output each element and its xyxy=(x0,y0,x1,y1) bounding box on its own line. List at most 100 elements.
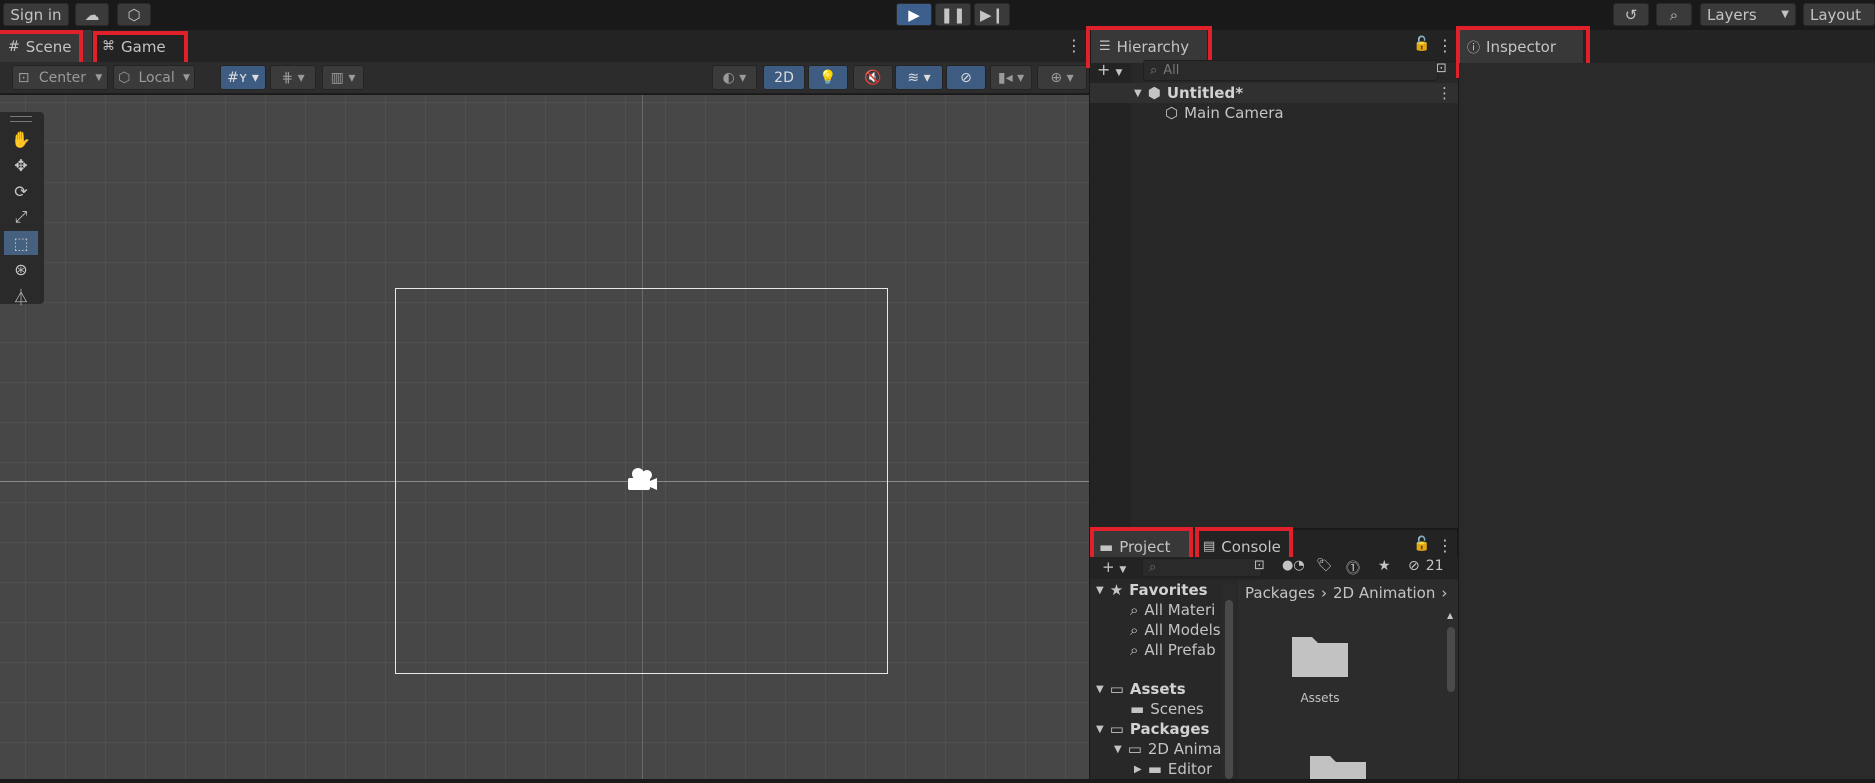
pause-button[interactable]: ❚❚ xyxy=(935,3,971,26)
tab-game[interactable]: ⌘ Game xyxy=(94,30,186,63)
tree-scrollbar[interactable] xyxy=(1221,584,1236,779)
folder-open-icon: ▭ xyxy=(1109,680,1124,698)
tab-scene[interactable]: # Scene xyxy=(0,30,92,63)
scene-name: Untitled* xyxy=(1166,84,1244,102)
gizmos-dropdown[interactable]: ⊕ ▾ xyxy=(1037,65,1087,90)
hidden-packages-toggle[interactable]: ⊘ 21 xyxy=(1408,558,1444,574)
project-folder-tree: ▼ ★ Favorites ⌕ All Materi ⌕ All Models ⌕ A… xyxy=(1090,580,1238,779)
cloud-button[interactable]: ☁ xyxy=(75,3,109,26)
layers-label: Layers xyxy=(1707,5,1757,24)
star-icon[interactable]: ★ xyxy=(1378,558,1391,574)
custom-tool-icon[interactable]: ⏃ xyxy=(4,284,38,308)
tree-label: All Models xyxy=(1144,621,1221,639)
unity-scene-icon: ⬢ xyxy=(1147,84,1161,102)
tree-item-favorite[interactable]: ⌕ All Materi xyxy=(1130,600,1215,620)
warning-icon[interactable]: ⓵ xyxy=(1346,558,1360,578)
lock-icon[interactable]: 🔓 xyxy=(1413,36,1430,52)
scene-viewport[interactable] xyxy=(0,95,1090,779)
more-options-icon[interactable]: ⋮ xyxy=(1437,536,1453,555)
tree-label: Packages xyxy=(1129,720,1210,738)
rect-tool-icon[interactable]: ⬚ xyxy=(4,231,38,255)
asset-scrollbar[interactable]: ▲ xyxy=(1445,611,1457,779)
top-toolbar: Sign in ☁ ⬡ ▶ ❚❚ ▶❙ ↺ ⌕ Layers ▼ Layout xyxy=(0,0,1875,29)
layout-dropdown[interactable]: Layout xyxy=(1803,3,1875,26)
drag-handle[interactable] xyxy=(10,116,32,122)
search-button[interactable]: ⌕ xyxy=(1656,3,1692,26)
scene-search-icon[interactable]: ⊡ xyxy=(1436,61,1447,76)
history-icon: ↺ xyxy=(1624,5,1638,24)
collab-button[interactable]: ⬡ xyxy=(117,3,151,26)
camera-settings-dropdown[interactable]: ▮◂ ▾ xyxy=(990,65,1032,90)
hierarchy-search-input[interactable]: ⌕ All xyxy=(1143,60,1438,81)
effects-dropdown[interactable]: ≋ ▾ xyxy=(895,65,943,90)
more-options-icon[interactable]: ⋮ xyxy=(1437,36,1453,55)
asset-item-folder[interactable] xyxy=(1308,748,1368,783)
sign-in-button[interactable]: Sign in xyxy=(3,3,69,26)
filter-type-icon[interactable]: ●◔ xyxy=(1282,558,1305,573)
2d-mode-toggle[interactable]: 2D xyxy=(763,65,805,90)
search-by-type-icon[interactable]: ⊡ xyxy=(1254,558,1265,573)
more-options-icon[interactable]: ⋮ xyxy=(1066,36,1082,55)
transform-tool-icon[interactable]: ⊛ xyxy=(4,257,38,281)
play-button[interactable]: ▶ xyxy=(896,3,932,26)
tree-item-assets[interactable]: ▼ ▭ Assets xyxy=(1096,679,1186,699)
play-icon: ▶ xyxy=(908,5,920,24)
tree-label: All Materi xyxy=(1144,601,1216,619)
space-dropdown[interactable]: ⬡ Local ▼ xyxy=(113,65,195,90)
add-button[interactable]: + ▼ xyxy=(1097,60,1122,79)
layout-label: Layout xyxy=(1810,5,1861,24)
history-button[interactable]: ↺ xyxy=(1613,3,1649,26)
move-tool-icon[interactable]: ✥ xyxy=(4,153,38,177)
tree-item-favorite[interactable]: ⌕ All Prefab xyxy=(1130,640,1216,660)
grid-snap-icon: #ʏ ▾ xyxy=(227,69,259,86)
asset-item-assets[interactable]: Assets xyxy=(1278,629,1362,709)
search-icon: ⌕ xyxy=(1150,63,1158,78)
tree-item-favorite[interactable]: ⌕ All Models xyxy=(1130,620,1221,640)
lighting-toggle[interactable]: 💡 xyxy=(808,65,848,90)
breadcrumb-item[interactable]: 2D Animation xyxy=(1333,584,1435,602)
audio-toggle[interactable]: 🔇 xyxy=(853,65,893,90)
tree-item-scenes[interactable]: ▬ Scenes xyxy=(1130,699,1204,719)
tab-inspector[interactable]: ⓘ Inspector xyxy=(1459,30,1583,63)
scroll-up-icon[interactable]: ▲ xyxy=(1447,611,1453,620)
hand-tool-icon[interactable]: ✋ xyxy=(4,127,38,151)
hidden-eye-icon: ⊘ xyxy=(1408,558,1420,574)
breadcrumb-item[interactable]: Packages xyxy=(1245,584,1315,602)
tree-item-2d-animation[interactable]: ▼ ▭ 2D Anima xyxy=(1114,739,1222,759)
tree-label: 2D Anima xyxy=(1147,740,1222,758)
project-search-input[interactable]: ⌕ xyxy=(1142,558,1262,577)
increment-snap-toggle[interactable]: ⋕ ▾ xyxy=(270,65,316,90)
scene-root-item[interactable]: ▼ ⬢ Untitled* xyxy=(1134,83,1243,103)
step-button[interactable]: ▶❙ xyxy=(974,3,1010,26)
hierarchy-item-main-camera[interactable]: ⬡ Main Camera xyxy=(1165,103,1284,123)
tree-item-packages[interactable]: ▼ ▭ Packages xyxy=(1096,719,1209,739)
tab-hierarchy[interactable]: ☰ Hierarchy xyxy=(1091,30,1207,63)
scale-tool-icon[interactable]: ⤢ xyxy=(4,205,38,229)
breadcrumb: Packages › 2D Animation › xyxy=(1245,583,1447,603)
rotate-tool-icon[interactable]: ⟳ xyxy=(4,179,38,203)
tab-hierarchy-label: Hierarchy xyxy=(1116,37,1190,56)
expand-arrow-icon: ▼ xyxy=(1096,683,1104,695)
search-icon: ⌕ xyxy=(1669,5,1679,24)
label-icon[interactable]: 🏷 xyxy=(1316,558,1333,573)
add-button[interactable]: + ▼ xyxy=(1102,558,1126,576)
gizmo-icon: ⊕ ▾ xyxy=(1050,69,1074,86)
tree-label: Scenes xyxy=(1150,700,1204,718)
scrollbar-thumb[interactable] xyxy=(1225,600,1233,779)
inspector-tab-bar: ⓘ Inspector xyxy=(1459,30,1875,63)
shading-mode-dropdown[interactable]: ◐ ▾ xyxy=(712,65,757,90)
scrollbar-thumb[interactable] xyxy=(1447,627,1455,692)
tree-item-favorites[interactable]: ▼ ★ Favorites xyxy=(1096,580,1208,600)
scene-visibility-toggle[interactable]: ⊘ xyxy=(946,65,986,90)
expand-arrow-icon: ▼ xyxy=(1096,723,1104,735)
tree-item-editor[interactable]: ▶ ▬ Editor xyxy=(1134,759,1212,779)
lock-icon[interactable]: 🔓 xyxy=(1413,536,1430,552)
folder-icon xyxy=(1310,756,1366,779)
grid-snap-toggle[interactable]: #ʏ ▾ xyxy=(220,65,266,90)
layers-dropdown[interactable]: Layers ▼ xyxy=(1700,3,1796,26)
camera-icon[interactable] xyxy=(626,467,658,498)
pivot-dropdown[interactable]: ⊡ Center ▼ xyxy=(12,65,108,90)
sign-in-label: Sign in xyxy=(10,5,62,24)
more-options-icon[interactable]: ⋮ xyxy=(1437,84,1452,102)
snap-settings-toggle[interactable]: ▥ ▾ xyxy=(322,65,364,90)
